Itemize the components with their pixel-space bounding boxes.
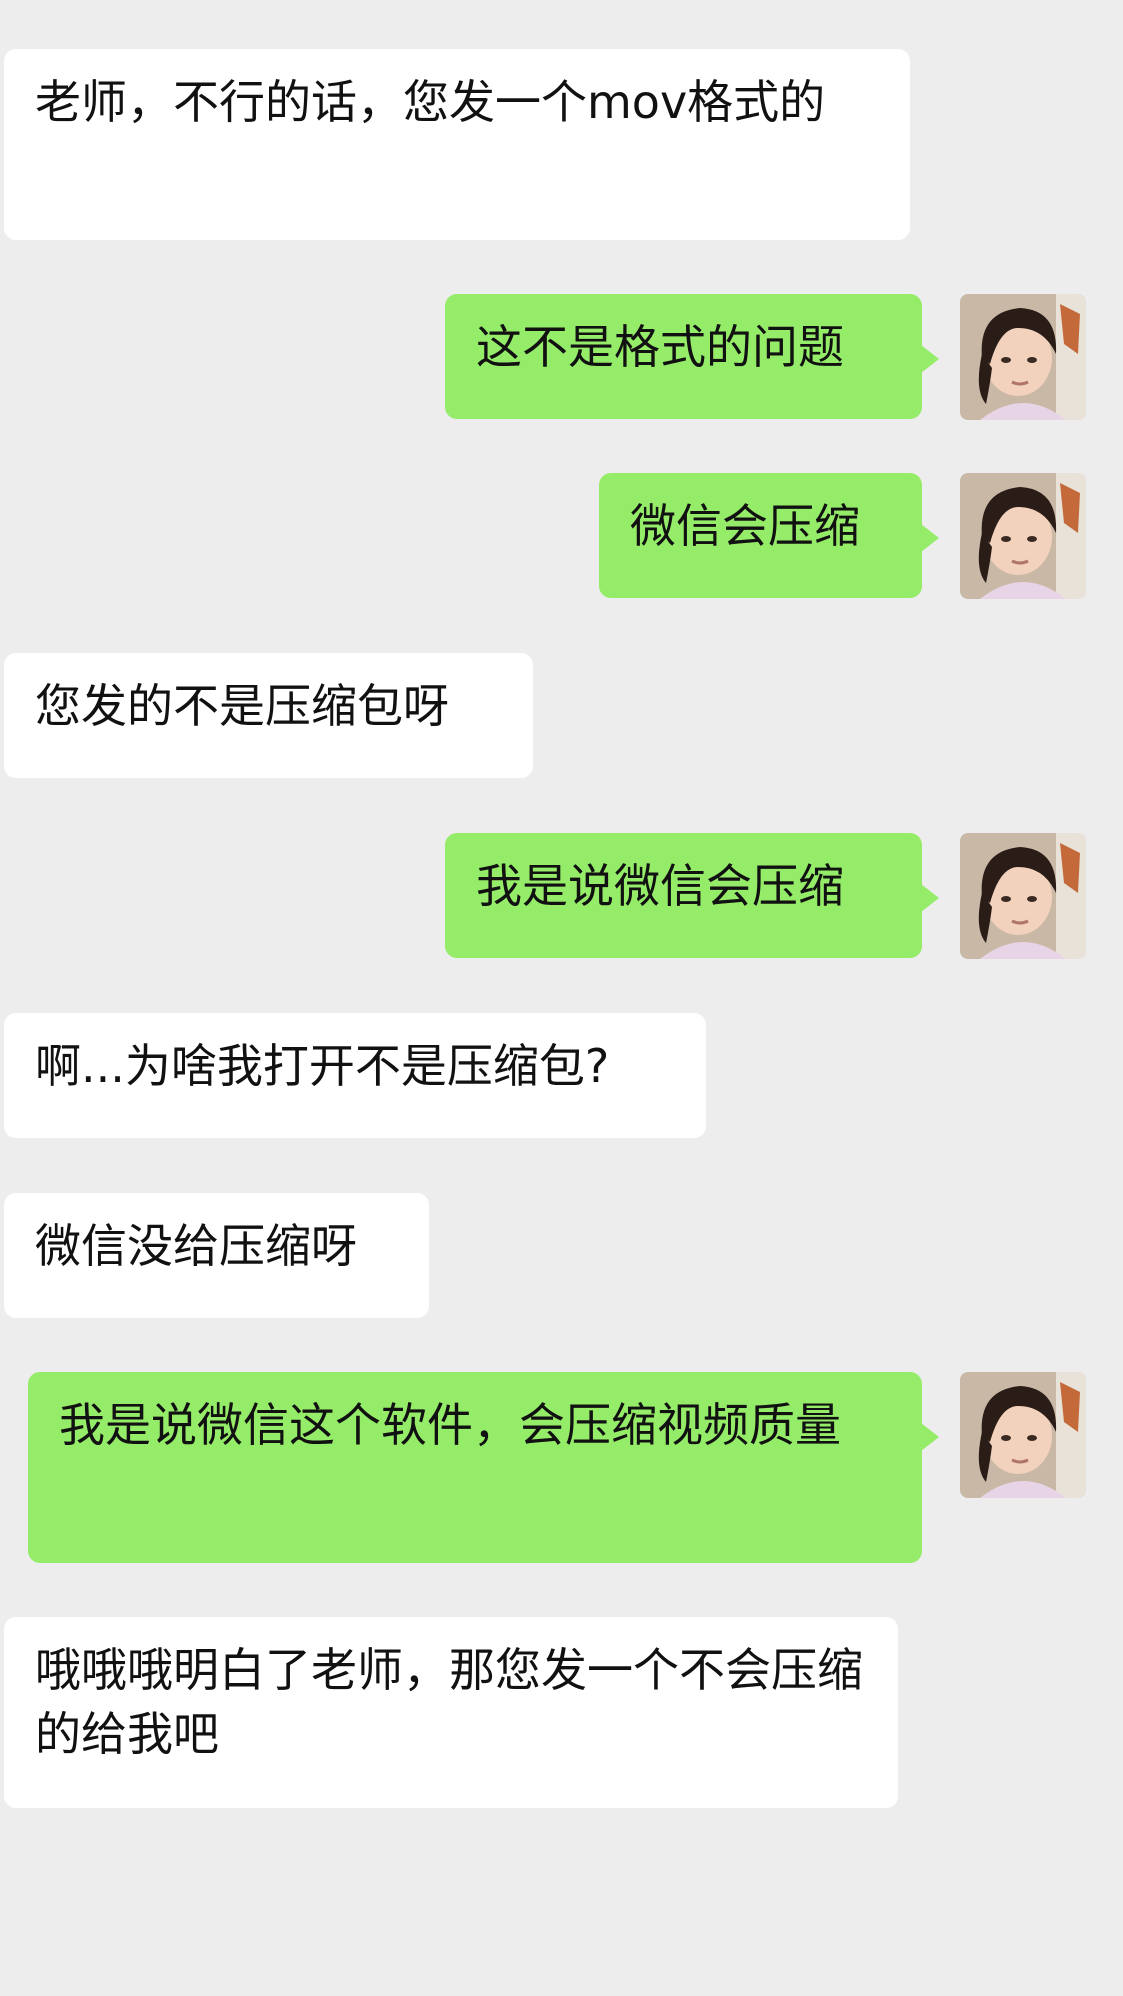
incoming-message[interactable]: 微信没给压缩呀 bbox=[4, 1193, 429, 1318]
outgoing-message[interactable]: 我是说微信会压缩 bbox=[445, 833, 939, 958]
incoming-message[interactable]: 老师，不行的话，您发一个mov格式的 bbox=[4, 49, 910, 240]
chat-message-list[interactable]: 老师，不行的话，您发一个mov格式的 这不是格式的问题 微信会压缩 您发的不是压… bbox=[0, 0, 1123, 1996]
incoming-message[interactable]: 您发的不是压缩包呀 bbox=[4, 653, 533, 778]
outgoing-message[interactable]: 微信会压缩 bbox=[599, 473, 939, 598]
user-avatar-icon[interactable] bbox=[960, 833, 1086, 959]
user-avatar-icon[interactable] bbox=[960, 294, 1086, 420]
outgoing-message[interactable]: 我是说微信这个软件，会压缩视频质量 bbox=[28, 1372, 939, 1563]
user-avatar-icon[interactable] bbox=[960, 473, 1086, 599]
incoming-message[interactable]: 哦哦哦明白了老师，那您发一个不会压缩的给我吧 bbox=[4, 1617, 898, 1808]
outgoing-message[interactable]: 这不是格式的问题 bbox=[445, 294, 939, 419]
user-avatar-icon[interactable] bbox=[960, 1372, 1086, 1498]
incoming-message[interactable]: 啊...为啥我打开不是压缩包? bbox=[4, 1013, 706, 1138]
